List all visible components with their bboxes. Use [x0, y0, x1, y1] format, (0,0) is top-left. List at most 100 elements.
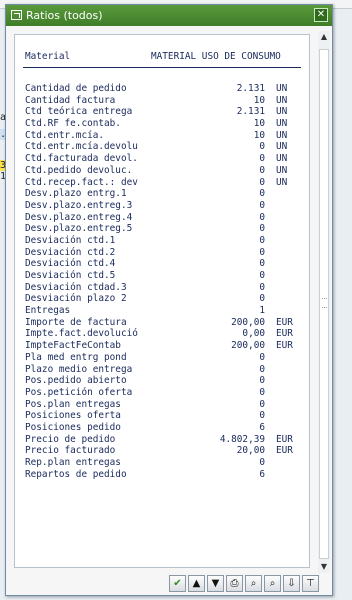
ratio-unit: UN	[276, 83, 288, 94]
print-button[interactable]: ⎙	[226, 575, 243, 592]
list-item[interactable]: Entregas 1	[25, 305, 305, 317]
confirm-button[interactable]: ✔	[169, 575, 186, 592]
list-item[interactable]: Repartos de pedido 6	[25, 469, 305, 481]
list-item[interactable]: Rep.plan entregas 0	[25, 457, 305, 469]
ratios-list: Cantidad de pedido 2.131 UN Cantidad factur…	[25, 83, 305, 480]
list-item[interactable]: Desv.plazo.entreg.5 0	[25, 223, 305, 235]
ratio-label: Ctd.pedido devoluc.	[25, 164, 133, 176]
list-item[interactable]: Ctd.entr.mcía. 10 UN	[25, 130, 305, 142]
list-item[interactable]: Ctd.entr.mcía.devolu 0 UN	[25, 141, 305, 153]
ratio-label: Desv.plazo entrg.1	[25, 188, 127, 200]
list-item[interactable]: Desviación plazo 2 0	[25, 293, 305, 305]
ratio-unit: EUR	[276, 316, 293, 328]
close-icon: ✕	[316, 9, 326, 20]
ratio-label: Repartos de pedido	[25, 468, 127, 480]
header-divider	[23, 67, 301, 68]
list-item[interactable]: Cantidad factura 10 UN	[25, 95, 305, 107]
material-value: MATERIAL USO DE CONSUMO	[151, 51, 281, 62]
list-item[interactable]: Desviación ctdad.3 0	[25, 282, 305, 294]
list-item[interactable]: Pos.plan entregas 0	[25, 399, 305, 411]
list-item[interactable]: Pos.pedido abierto 0	[25, 375, 305, 387]
list-item[interactable]: Pla med entrg pond 0	[25, 352, 305, 364]
ratio-unit: UN	[276, 176, 288, 188]
ratio-value: 0	[259, 246, 265, 258]
list-item[interactable]: Ctd.facturada devol. 0 UN	[25, 153, 305, 165]
focus-corner	[304, 562, 309, 567]
ratio-value: 0	[259, 188, 265, 200]
ratio-value: 0	[259, 164, 265, 176]
close-button[interactable]: ✕	[314, 8, 328, 22]
ratio-unit: UN	[276, 106, 288, 118]
ratio-label: Posiciones pedido	[25, 421, 121, 433]
list-item[interactable]: Posiciones pedido 6	[25, 422, 305, 434]
filter-button[interactable]: ⊤	[302, 575, 319, 592]
list-item[interactable]: Ctd.recep.fact.: dev 0 UN	[25, 177, 305, 189]
ratio-value: 0	[259, 270, 265, 281]
ratio-unit: EUR	[276, 445, 293, 457]
ratio-value: 6	[259, 421, 265, 433]
ratio-unit: UN	[276, 118, 288, 130]
list-item[interactable]: Precio facturado 20,00 EUR	[25, 445, 305, 457]
ratio-unit: EUR	[276, 328, 293, 340]
find-next-button[interactable]: ⌕	[264, 575, 281, 592]
list-item[interactable]: Posiciones oferta 0	[25, 410, 305, 422]
ratio-value: 0	[259, 375, 265, 387]
ratio-value: 0	[259, 351, 265, 363]
ratio-label: Ctd.facturada devol.	[25, 153, 138, 165]
save-local-button[interactable]: ⇩	[283, 575, 300, 592]
ratio-label: Impte.fact.devolució	[25, 328, 138, 340]
ratio-label: Desviación ctd.5	[25, 270, 116, 281]
ratio-label: Pos.pedido abierto	[25, 375, 127, 387]
vertical-scrollbar[interactable]: ▲ ▼	[318, 31, 330, 573]
ratio-value: 0	[259, 141, 265, 153]
ratio-label: Ctd teórica entrega	[25, 106, 133, 118]
list-item[interactable]: Desviación ctd.5 0	[25, 270, 305, 282]
ratio-label: ImpteFactFeContab	[25, 340, 121, 352]
find-button[interactable]: ⌕	[245, 575, 262, 592]
ratio-value: 0	[259, 363, 265, 375]
ratio-label: Precio facturado	[25, 445, 116, 457]
list-item[interactable]: ImpteFactFeContab 200,00 EUR	[25, 340, 305, 352]
list-item[interactable]: Ctd.RF fe.contab. 10 UN	[25, 118, 305, 130]
list-item[interactable]: Importe de factura 200,00 EUR	[25, 317, 305, 329]
scrollbar-thumb[interactable]	[319, 49, 329, 559]
list-item[interactable]: Ctd teórica entrega 2.131 UN	[25, 106, 305, 118]
ratio-label: Pla med entrg pond	[25, 351, 127, 363]
ratio-value: 0	[259, 281, 265, 293]
list-item[interactable]: Desviación ctd.2 0	[25, 247, 305, 259]
ratio-value: 0	[259, 410, 265, 422]
list-item[interactable]: Pos.petición oferta 0	[25, 387, 305, 399]
scroll-up-button[interactable]: ▲	[188, 575, 205, 592]
check-icon: ✔	[173, 578, 182, 589]
ratio-value: 0	[259, 234, 265, 246]
ratio-value: 0	[259, 223, 265, 235]
dialog-titlebar[interactable]: Ratios (todos) ✕	[6, 5, 332, 26]
list-item[interactable]: Desv.plazo entrg.1 0	[25, 188, 305, 200]
grip-icon	[322, 298, 327, 308]
material-label: Material	[25, 51, 71, 62]
ratio-unit: EUR	[276, 433, 293, 445]
list-item[interactable]: Cantidad de pedido 2.131 UN	[25, 83, 305, 95]
list-item[interactable]: Precio de pedido 4.802,39 EUR	[25, 434, 305, 446]
list-item[interactable]: Desviación ctd.1 0	[25, 235, 305, 247]
list-item[interactable]: Desv.plazo.entreg.3 0	[25, 200, 305, 212]
ratio-label: Desv.plazo.entreg.3	[25, 199, 133, 211]
scroll-down-arrow-icon[interactable]: ▼	[318, 561, 330, 573]
scroll-up-arrow-icon[interactable]: ▲	[318, 31, 330, 43]
ratio-label: Desviación ctdad.3	[25, 281, 127, 293]
ratio-label: Desviación plazo 2	[25, 293, 127, 305]
ratio-value: 0	[259, 398, 265, 410]
list-item[interactable]: Plazo medio entrega 0	[25, 364, 305, 376]
list-item[interactable]: Desv.plazo.entreg.4 0	[25, 212, 305, 224]
ratio-label: Desv.plazo.entreg.5	[25, 223, 133, 235]
list-item[interactable]: Ctd.pedido devoluc. 0 UN	[25, 165, 305, 177]
list-item[interactable]: Impte.fact.devolució 0,00 EUR	[25, 328, 305, 340]
scroll-down-button[interactable]: ▼	[207, 575, 224, 592]
ratio-value: 0	[259, 153, 265, 165]
ratio-label: Desv.plazo.entreg.4	[25, 211, 133, 223]
ratio-value: 10	[253, 94, 265, 106]
ratio-value: 200,00	[231, 316, 265, 328]
focus-corner	[304, 35, 309, 40]
list-item[interactable]: Desviación ctd.4 0	[25, 258, 305, 270]
ratio-label: Ctd.RF fe.contab.	[25, 118, 121, 130]
